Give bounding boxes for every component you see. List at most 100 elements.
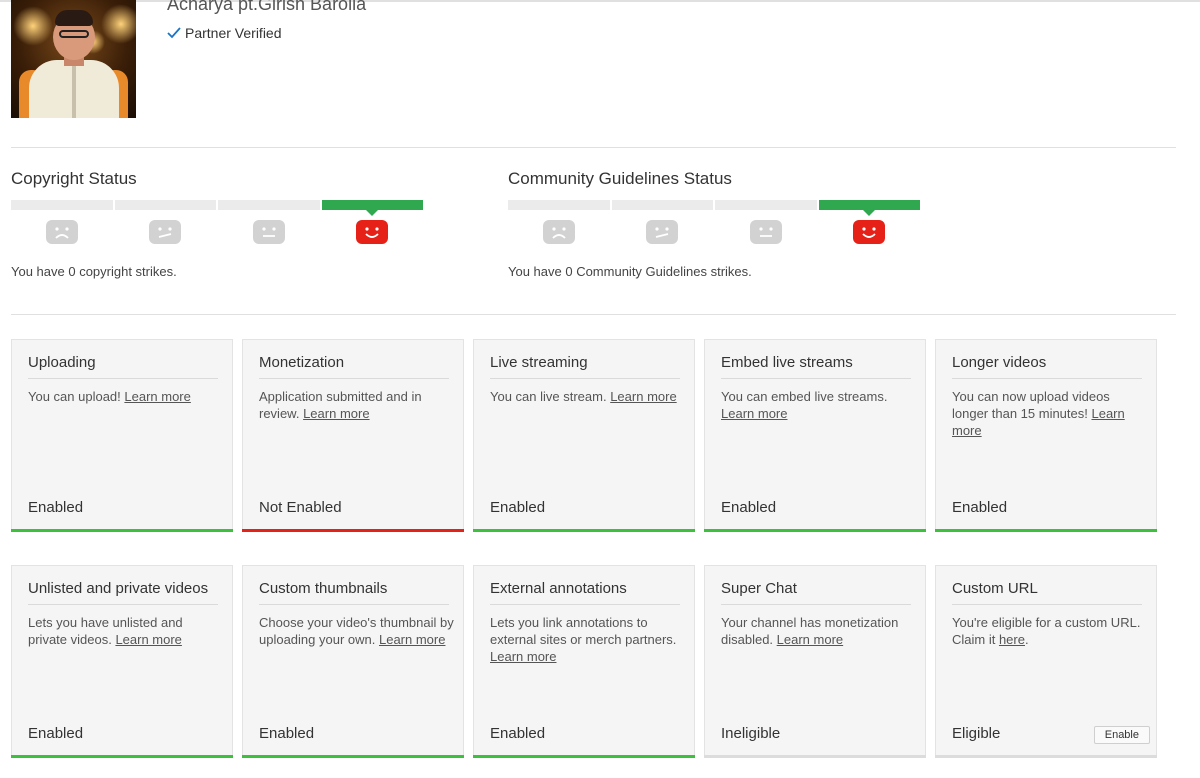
learn-more-link[interactable]: Learn more xyxy=(303,406,369,421)
feature-status-bar xyxy=(473,529,695,532)
feature-title: Uploading xyxy=(28,354,218,379)
feature-card-longer-videos: Longer videos You can now upload videos l… xyxy=(935,339,1157,532)
feature-status: Not Enabled xyxy=(259,499,342,516)
feature-description-text: You can embed live streams. xyxy=(721,389,888,404)
feature-description: Lets you have unlisted and private video… xyxy=(28,614,224,648)
feature-description: You can upload! Learn more xyxy=(28,388,224,405)
feature-status-bar xyxy=(473,755,695,758)
channel-avatar[interactable] xyxy=(11,0,136,118)
feature-title: Longer videos xyxy=(952,354,1142,379)
meter-segment xyxy=(218,200,320,210)
neutral-face-icon xyxy=(750,220,782,244)
feature-card-custom-thumbnails: Custom thumbnails Choose your video's thu… xyxy=(242,565,464,758)
feature-title: External annotations xyxy=(490,580,680,605)
learn-more-link[interactable]: Learn more xyxy=(610,389,676,404)
copyright-strike-meter xyxy=(11,200,423,216)
feature-description: You can now upload videos longer than 15… xyxy=(952,388,1148,439)
happy-face-icon xyxy=(356,220,388,244)
meter-segment xyxy=(611,200,713,210)
copyright-status: Copyright Status You have 0 copyright st… xyxy=(11,168,423,279)
feature-status-bar xyxy=(935,529,1157,532)
feature-description-text: You can upload! xyxy=(28,389,125,404)
community-guidelines-status: Community Guidelines Status You have 0 C… xyxy=(508,168,920,279)
feature-status-bar xyxy=(11,755,233,758)
feature-description: You can live stream. Learn more xyxy=(490,388,686,405)
feature-status: Enabled xyxy=(490,499,546,516)
community-faces xyxy=(508,220,920,250)
feature-card-unlisted-and-private-videos: Unlisted and private videos Lets you have… xyxy=(11,565,233,758)
learn-more-link[interactable]: Learn more xyxy=(721,406,787,421)
feature-card-embed-live-streams: Embed live streams You can embed live str… xyxy=(704,339,926,532)
learn-more-link[interactable]: here xyxy=(999,632,1025,647)
feature-status-bar xyxy=(704,529,926,532)
feature-status: Enabled xyxy=(952,499,1008,516)
community-status-title: Community Guidelines Status xyxy=(508,169,732,188)
meter-segment-active xyxy=(321,200,423,216)
feature-status-bar xyxy=(11,529,233,532)
feature-description: Lets you link annotations to external si… xyxy=(490,614,686,665)
sad-face-icon xyxy=(543,220,575,244)
feature-status: Enabled xyxy=(28,499,84,516)
feature-description: Choose your video's thumbnail by uploadi… xyxy=(259,614,455,648)
copyright-status-title: Copyright Status xyxy=(11,169,137,188)
feature-title: Custom URL xyxy=(952,580,1142,605)
feature-description: Your channel has monetization disabled. … xyxy=(721,614,917,648)
feature-card-live-streaming: Live streaming You can live stream. Learn… xyxy=(473,339,695,532)
feature-description: Application submitted and in review. Lea… xyxy=(259,388,455,422)
learn-more-link[interactable]: Learn more xyxy=(115,632,181,647)
sad-face-icon xyxy=(46,220,78,244)
feature-description: You can embed live streams. Learn more xyxy=(721,388,917,422)
meter-segment-active xyxy=(818,200,920,216)
community-strike-meter xyxy=(508,200,920,216)
copyright-faces xyxy=(11,220,423,250)
feature-description-text: You can live stream. xyxy=(490,389,611,404)
feature-status: Eligible xyxy=(952,725,1001,742)
feature-title: Live streaming xyxy=(490,354,680,379)
unsure-face-icon xyxy=(149,220,181,244)
divider xyxy=(11,314,1176,315)
feature-description-text: You're eligible for a custom URL. Claim … xyxy=(952,615,1141,647)
feature-title: Custom thumbnails xyxy=(259,580,449,605)
community-strikes-text: You have 0 Community Guidelines strikes. xyxy=(508,264,752,279)
neutral-face-icon xyxy=(253,220,285,244)
feature-description-text: You can now upload videos longer than 15… xyxy=(952,389,1110,421)
unsure-face-icon xyxy=(646,220,678,244)
learn-more-link[interactable]: Learn more xyxy=(379,632,445,647)
feature-status: Enabled xyxy=(28,725,84,742)
feature-card-external-annotations: External annotations Lets you link annota… xyxy=(473,565,695,758)
feature-status: Enabled xyxy=(490,725,546,742)
feature-card-monetization: Monetization Application submitted and in… xyxy=(242,339,464,532)
learn-more-link[interactable]: Learn more xyxy=(124,389,190,404)
meter-segment xyxy=(508,200,610,210)
happy-face-icon xyxy=(853,220,885,244)
feature-title: Super Chat xyxy=(721,580,911,605)
enable-custom-url-button[interactable]: Enable xyxy=(1093,726,1150,744)
feature-status: Enabled xyxy=(721,499,777,516)
feature-card-super-chat: Super Chat Your channel has monetization … xyxy=(704,565,926,758)
learn-more-link[interactable]: Learn more xyxy=(777,632,843,647)
feature-title: Monetization xyxy=(259,354,449,379)
meter-segment xyxy=(11,200,113,210)
feature-status-bar xyxy=(935,755,1157,758)
copyright-strikes-text: You have 0 copyright strikes. xyxy=(11,264,177,279)
checkmark-icon xyxy=(167,27,181,39)
feature-status-bar xyxy=(704,755,926,758)
divider xyxy=(11,147,1176,148)
feature-card-uploading: Uploading You can upload! Learn more Enabl… xyxy=(11,339,233,532)
verified-label: Partner Verified xyxy=(185,25,282,41)
feature-description-suffix: . xyxy=(1024,632,1029,647)
meter-segment xyxy=(114,200,216,210)
feature-description: You're eligible for a custom URL. Claim … xyxy=(952,614,1148,648)
feature-description-text: Lets you link annotations to external si… xyxy=(490,615,677,647)
feature-status: Ineligible xyxy=(721,725,781,742)
meter-segment xyxy=(715,200,817,210)
feature-status-bar xyxy=(242,755,464,758)
feature-title: Unlisted and private videos xyxy=(28,580,218,605)
channel-name: Acharya pt.Girish Barolia xyxy=(167,0,367,14)
partner-verified: Partner Verified xyxy=(167,25,282,41)
feature-status-bar xyxy=(242,529,464,532)
feature-status: Enabled xyxy=(259,725,315,742)
learn-more-link[interactable]: Learn more xyxy=(490,649,556,664)
feature-title: Embed live streams xyxy=(721,354,911,379)
feature-card-custom-url: Custom URL You're eligible for a custom U… xyxy=(935,565,1157,758)
